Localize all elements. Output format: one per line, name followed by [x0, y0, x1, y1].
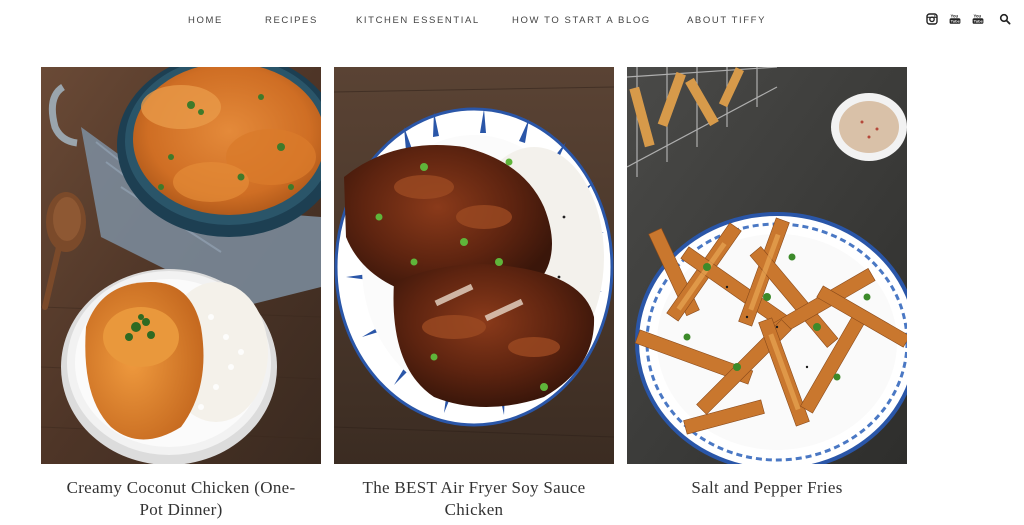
recipe-card: Salt and Pepper Fries	[627, 67, 907, 499]
recipe-image[interactable]	[41, 67, 321, 464]
recipe-title[interactable]: Creamy Coconut Chicken (One-Pot Dinner)	[41, 477, 321, 521]
youtube-icon[interactable]: You Tube	[972, 13, 986, 27]
nav-item-how-to-start-a-blog[interactable]: HOW TO START A BLOG	[512, 14, 651, 28]
nav-item-about-tiffy[interactable]: ABOUT TIFFY	[687, 14, 766, 28]
recipe-image[interactable]	[627, 67, 907, 464]
nav-item-recipes[interactable]: RECIPES	[265, 14, 318, 28]
top-navigation: HOME RECIPES KITCHEN ESSENTIAL HOW TO ST…	[0, 0, 1024, 42]
svg-text:Tube: Tube	[951, 19, 961, 24]
svg-text:Tube: Tube	[974, 19, 984, 24]
youtube-icon[interactable]: You Tube	[949, 13, 963, 27]
recipe-title[interactable]: The BEST Air Fryer Soy Sauce Chicken	[334, 477, 614, 521]
recipe-title[interactable]: Salt and Pepper Fries	[627, 477, 907, 499]
main-menu: HOME RECIPES KITCHEN ESSENTIAL HOW TO ST…	[0, 14, 900, 28]
recipe-card: The BEST Air Fryer Soy Sauce Chicken	[334, 67, 614, 521]
recipe-card: Creamy Coconut Chicken (One-Pot Dinner)	[41, 67, 321, 521]
search-icon[interactable]	[999, 13, 1013, 27]
nav-item-home[interactable]: HOME	[188, 14, 223, 28]
instagram-icon[interactable]	[926, 13, 940, 27]
recipe-image[interactable]	[334, 67, 614, 464]
page: HOME RECIPES KITCHEN ESSENTIAL HOW TO ST…	[0, 0, 1024, 525]
nav-item-kitchen-essential[interactable]: KITCHEN ESSENTIAL	[356, 14, 480, 28]
